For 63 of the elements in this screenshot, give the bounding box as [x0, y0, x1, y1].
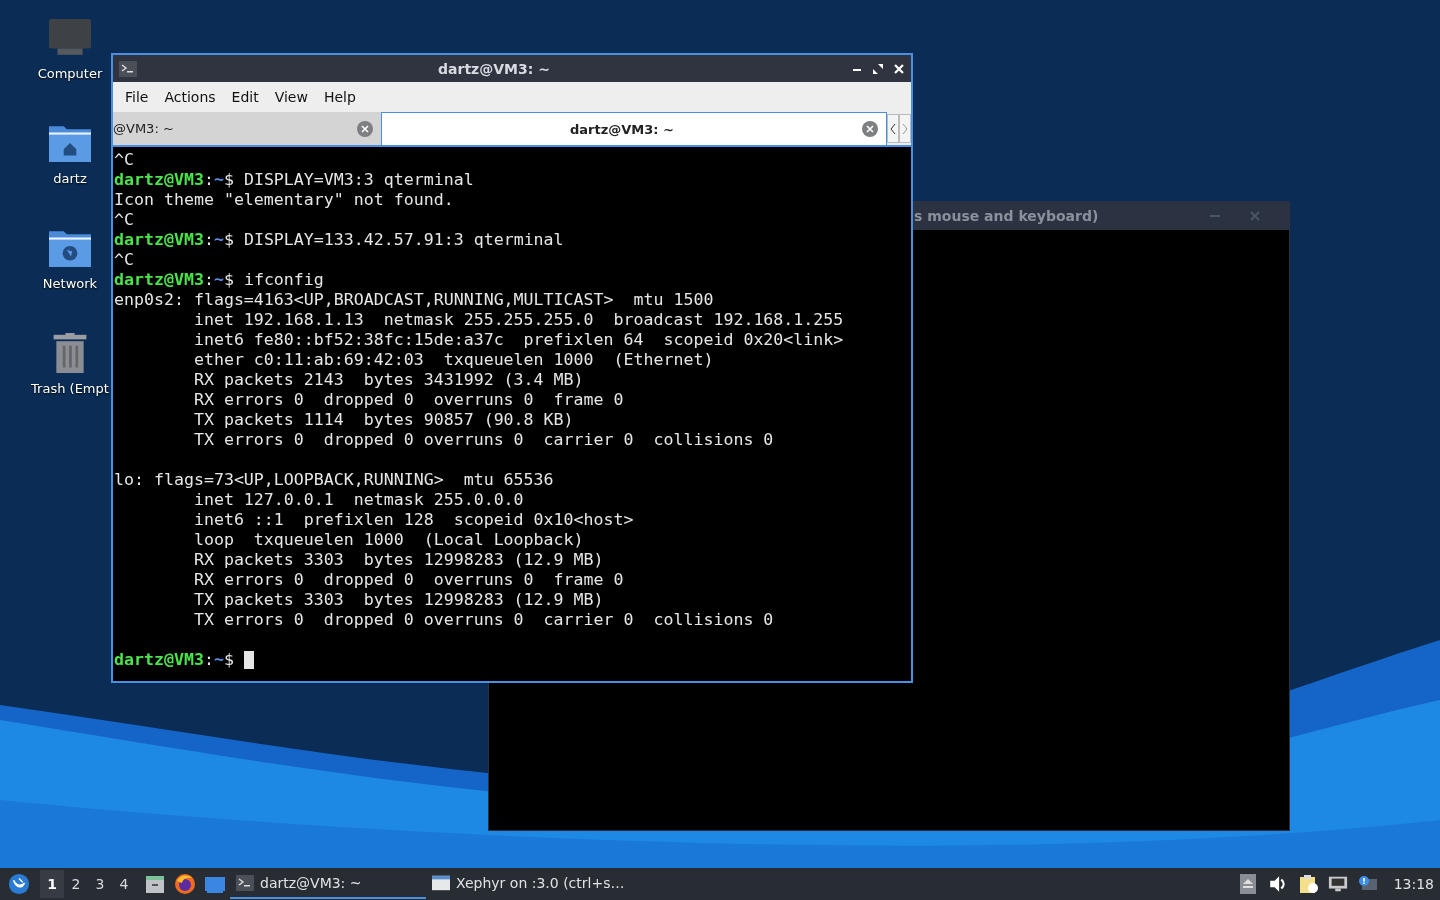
workspace-button[interactable]: 1 — [40, 870, 64, 898]
terminal-line: TX packets 3303 bytes 12998283 (12.9 MB) — [192, 590, 605, 610]
workspace-button[interactable]: 2 — [64, 870, 88, 898]
window-title: s mouse and keyboard) — [914, 208, 1100, 224]
window-title: dartz@VM3: ~ — [437, 60, 551, 77]
clipboard-icon[interactable] — [1297, 874, 1318, 894]
maximize-icon[interactable] — [872, 62, 884, 75]
terminal-line: TX errors 0 dropped 0 overruns 0 carrier 0 collisions 0 — [192, 610, 775, 630]
start-menu-icon[interactable] — [8, 873, 30, 895]
web-browser-icon[interactable] — [174, 873, 196, 895]
terminal-line: ether c0:11:ab:69:42:03 txqueuelen 1000 (Ethernet) — [192, 350, 715, 370]
taskbar-task-button[interactable]: Xephyr on :3.0 (ctrl+s… — [426, 869, 622, 899]
volume-icon[interactable] — [1267, 874, 1288, 894]
network-folder-icon — [49, 228, 91, 268]
menu-item[interactable]: File — [117, 86, 157, 108]
terminal-tab[interactable]: dartz@VM3: ~ — [381, 112, 887, 145]
home-folder-icon — [49, 123, 91, 163]
menu-item[interactable]: Actions — [156, 86, 224, 108]
desktop-icon-label[interactable]: Network — [42, 276, 98, 291]
terminal-line: dartz@VM3:~$ — [114, 650, 234, 670]
terminal-line: Icon theme "elementary" not found. — [114, 190, 455, 210]
terminal-line: ^C — [114, 210, 135, 230]
terminal-line: ^C — [114, 250, 135, 270]
terminal-line: TX packets 1114 bytes 90857 (90.8 KB) — [192, 410, 575, 430]
menu-item[interactable]: View — [266, 86, 316, 108]
clock[interactable]: 13:18 — [1393, 876, 1434, 892]
terminal-line: RX packets 3303 bytes 12998283 (12.9 MB) — [192, 550, 605, 570]
terminal-line: dartz@VM3:~$ DISPLAY=133.42.57.91:3 qterminal — [114, 230, 565, 250]
terminal-line: inet 192.168.1.13 netmask 255.255.255.0 broadcast 192.168.1.255 — [192, 310, 845, 330]
computer-icon — [49, 18, 91, 58]
terminal-tab[interactable]: @VM3: ~ — [113, 112, 381, 145]
terminal-icon — [119, 60, 137, 77]
terminal-line: loop txqueuelen 1000 (Local Loopback) — [192, 530, 585, 550]
terminal-line: inet6 fe80::bf52:38fc:15de:a37c prefixlen 64 scopeid 0x20<link> — [192, 330, 845, 350]
terminal-line: dartz@VM3:~$ ifconfig — [114, 270, 325, 290]
chevron-right-icon — [901, 121, 909, 136]
terminal-line: RX packets 2143 bytes 3431992 (3.4 MB) — [192, 370, 585, 390]
terminal-line: lo: flags=73<UP,LOOPBACK,RUNNING> mtu 65536 — [114, 470, 555, 490]
taskbar-task-button[interactable]: dartz@VM3: ~ — [230, 869, 426, 899]
terminal-line: RX errors 0 dropped 0 overruns 0 frame 0 — [192, 390, 625, 410]
close-tab-icon — [862, 121, 878, 137]
terminal-line: enp0s2: flags=4163<UP,BROADCAST,RUNNING,MULTICAST> mtu 1500 — [114, 290, 715, 310]
window-icon — [432, 875, 450, 891]
desktop-icon-label[interactable]: Computer — [37, 66, 103, 81]
terminal-line: inet 127.0.0.1 netmask 255.0.0.0 — [192, 490, 525, 510]
terminal-line: TX errors 0 dropped 0 overruns 0 carrier 0 collisions 0 — [192, 430, 775, 450]
eject-icon[interactable] — [1237, 874, 1258, 894]
chevron-left-icon — [889, 121, 897, 136]
terminal-line: ^C — [114, 150, 135, 170]
terminal-line: dartz@VM3:~$ DISPLAY=VM3:3 qterminal — [114, 170, 475, 190]
scroll-left-button[interactable] — [887, 114, 899, 143]
menu-item[interactable]: Edit — [223, 86, 267, 108]
workspace-button[interactable]: 3 — [88, 870, 112, 898]
terminal-icon — [236, 875, 254, 891]
file-manager-icon[interactable] — [144, 873, 166, 895]
terminal-line: RX errors 0 dropped 0 overruns 0 frame 0 — [192, 570, 625, 590]
terminal-line: inet6 ::1 prefixlen 128 scopeid 0x10<host> — [192, 510, 635, 530]
close-tab-icon — [357, 120, 373, 137]
workspace-button[interactable]: 4 — [112, 870, 136, 898]
terminal-area[interactable] — [113, 147, 911, 681]
desktop-icon-label[interactable]: Trash (Empt — [31, 381, 109, 396]
desktop-icon-label[interactable]: dartz — [53, 171, 87, 186]
menu-item[interactable]: Help — [315, 86, 364, 108]
